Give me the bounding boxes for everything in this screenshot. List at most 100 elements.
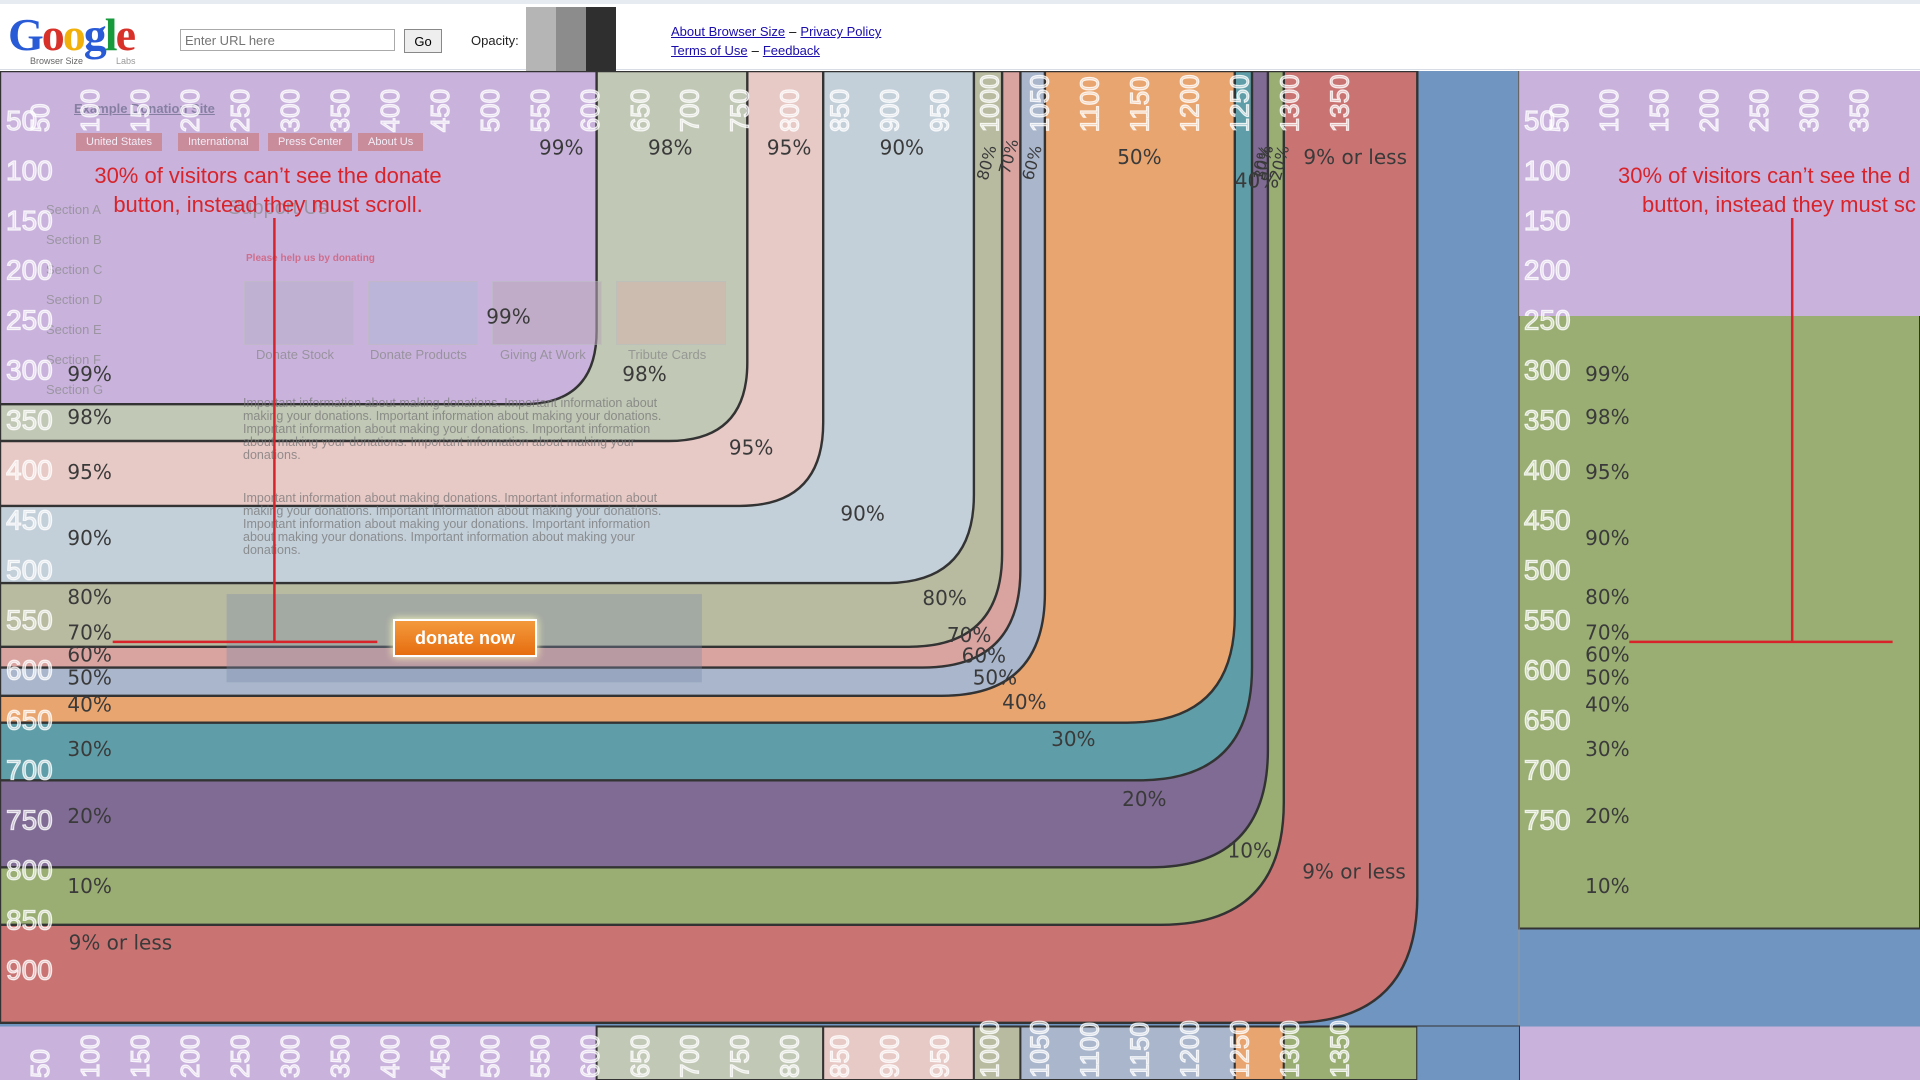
ruler-x-label-bottom: 700 xyxy=(675,1035,705,1078)
band-label-right: 60% xyxy=(1585,642,1629,666)
ruler-y-label-right: 400 xyxy=(1524,455,1571,486)
ruler-x-label: 100 xyxy=(75,89,105,132)
opacity-swatch-medium[interactable] xyxy=(556,7,586,71)
ruler-y-label-right: 200 xyxy=(1524,255,1571,286)
ruler-x-label-right: 200 xyxy=(1694,89,1724,132)
band-label-left: 60% xyxy=(67,642,111,666)
ruler-y-label-right: 700 xyxy=(1524,755,1571,786)
donate-now-button[interactable]: donate now xyxy=(393,619,537,657)
ruler-y-label-right: 150 xyxy=(1524,205,1571,236)
ruler-y-label-right: 750 xyxy=(1524,805,1571,836)
band-label-inner: 95% xyxy=(729,435,773,459)
ruler-x-label-bottom: 1050 xyxy=(1025,1020,1055,1078)
ruler-y-label: 750 xyxy=(6,805,53,836)
ruler-x-label-right: 100 xyxy=(1594,89,1624,132)
band-label-inner: 30% xyxy=(1051,727,1095,751)
band-label-left: 10% xyxy=(67,874,111,898)
band-label-inner: 99% xyxy=(486,304,530,328)
ruler-x-label: 1200 xyxy=(1175,74,1205,132)
ruler-x-label-bottom: 950 xyxy=(925,1035,955,1078)
opacity-swatch-dark[interactable] xyxy=(586,7,616,71)
annotation-note: 30% of visitors can’t see the donate but… xyxy=(88,161,448,219)
ruler-x-label: 350 xyxy=(325,89,355,132)
ruler-y-label: 450 xyxy=(6,505,53,536)
band-label-left: 40% xyxy=(67,693,111,717)
band-label-right: 30% xyxy=(1585,737,1629,761)
feedback-link[interactable]: Feedback xyxy=(763,43,820,58)
band-label-right: 90% xyxy=(1585,526,1629,550)
band-label-right: 10% xyxy=(1585,874,1629,898)
toolbar: Google Browser Size Labs Go Opacity: Abo… xyxy=(0,0,1920,71)
ruler-x-label: 850 xyxy=(825,89,855,132)
ruler-x-label: 500 xyxy=(475,89,505,132)
ruler-x-label-bottom: 1000 xyxy=(975,1020,1005,1078)
ruler-y-label: 800 xyxy=(6,855,53,886)
ruler-x-label-bottom: 200 xyxy=(175,1035,205,1078)
ruler-y-label-right: 300 xyxy=(1524,355,1571,386)
ruler-x-label-bottom: 750 xyxy=(725,1035,755,1078)
ruler-x-label: 1300 xyxy=(1275,74,1305,132)
ruler-x-label: 250 xyxy=(225,89,255,132)
annotation-note-right: 30% of visitors can’t see the d button, … xyxy=(1618,161,1920,219)
ruler-y-label: 650 xyxy=(6,705,53,736)
band-label-right: 80% xyxy=(1585,585,1629,609)
band-label-left: 70% xyxy=(67,620,111,644)
ruler-x-label-right: 350 xyxy=(1844,89,1874,132)
annotation-line: button, instead they must sc xyxy=(1642,192,1916,217)
logo-subtitle: Browser Size xyxy=(30,56,84,66)
ruler-x-label: 800 xyxy=(775,89,805,132)
ruler-y-label: 200 xyxy=(6,255,53,286)
ruler-x-label: 1050 xyxy=(1025,74,1055,132)
ruler-x-label-right: 250 xyxy=(1744,89,1774,132)
privacy-link[interactable]: Privacy Policy xyxy=(800,24,881,39)
ruler-x-label-bottom: 1200 xyxy=(1175,1020,1205,1078)
band-label-left: 98% xyxy=(67,405,111,429)
browser-size-overlay: Example Donation Site United States Inte… xyxy=(0,71,1920,1080)
ruler-y-label: 350 xyxy=(6,405,53,436)
ruler-x-label-bottom: 1300 xyxy=(1275,1020,1305,1078)
ruler-x-label-bottom: 900 xyxy=(875,1035,905,1078)
band-label-top: 70% xyxy=(995,137,1023,176)
band-label-left: 99% xyxy=(67,362,111,386)
ruler-x-label-right: 300 xyxy=(1794,89,1824,132)
band-label-left: 9% or less xyxy=(69,930,173,954)
ruler-x-label: 200 xyxy=(175,89,205,132)
url-input[interactable] xyxy=(180,29,395,51)
band-label-right: 70% xyxy=(1585,620,1629,644)
band-label-inner: 40% xyxy=(1002,690,1046,714)
ruler-x-label-bottom: 150 xyxy=(125,1035,155,1078)
band-label-left: 90% xyxy=(67,526,111,550)
band-label-top: 99% xyxy=(539,135,583,159)
terms-link[interactable]: Terms of Use xyxy=(671,43,748,58)
ruler-x-label: 300 xyxy=(275,89,305,132)
band-label-inner: 10% xyxy=(1228,839,1272,863)
go-button[interactable]: Go xyxy=(404,29,442,53)
ruler-y-label: 700 xyxy=(6,755,53,786)
ruler-y-label: 100 xyxy=(6,155,53,186)
band-label-right: 50% xyxy=(1585,666,1629,690)
ruler-y-label-right: 600 xyxy=(1524,655,1571,686)
google-browser-size-logo: Google Browser Size Labs xyxy=(8,12,158,67)
band-label-inner: 90% xyxy=(840,502,884,526)
ruler-x-label-bottom: 800 xyxy=(775,1035,805,1078)
ruler-y-label: 500 xyxy=(6,555,53,586)
ruler-y-label-right: 50 xyxy=(1524,105,1555,136)
ruler-y-label-right: 650 xyxy=(1524,705,1571,736)
opacity-swatch-light[interactable] xyxy=(526,7,556,71)
ruler-x-label: 450 xyxy=(425,89,455,132)
ruler-y-label-right: 550 xyxy=(1524,605,1571,636)
ruler-x-label: 150 xyxy=(125,89,155,132)
ruler-x-label-bottom: 850 xyxy=(825,1035,855,1078)
ruler-x-label: 900 xyxy=(875,89,905,132)
annotation-line: button, instead they must scroll. xyxy=(113,192,423,217)
ruler-x-label: 600 xyxy=(575,89,605,132)
band-label-top: 50% xyxy=(1117,145,1161,169)
band-label-top: 9% or less xyxy=(1303,145,1407,169)
ruler-y-label: 150 xyxy=(6,205,53,236)
ruler-x-label: 1150 xyxy=(1125,76,1155,132)
overlay-labels: 50 50 100 100 150 150 200 200 250 250 300 300 350 350… xyxy=(5,74,1893,1079)
ruler-x-label: 1350 xyxy=(1325,74,1355,132)
header-links: About Browser Size – Privacy Policy Terms … xyxy=(671,22,881,60)
ruler-x-label-bottom: 350 xyxy=(325,1035,355,1078)
about-link[interactable]: About Browser Size xyxy=(671,24,785,39)
